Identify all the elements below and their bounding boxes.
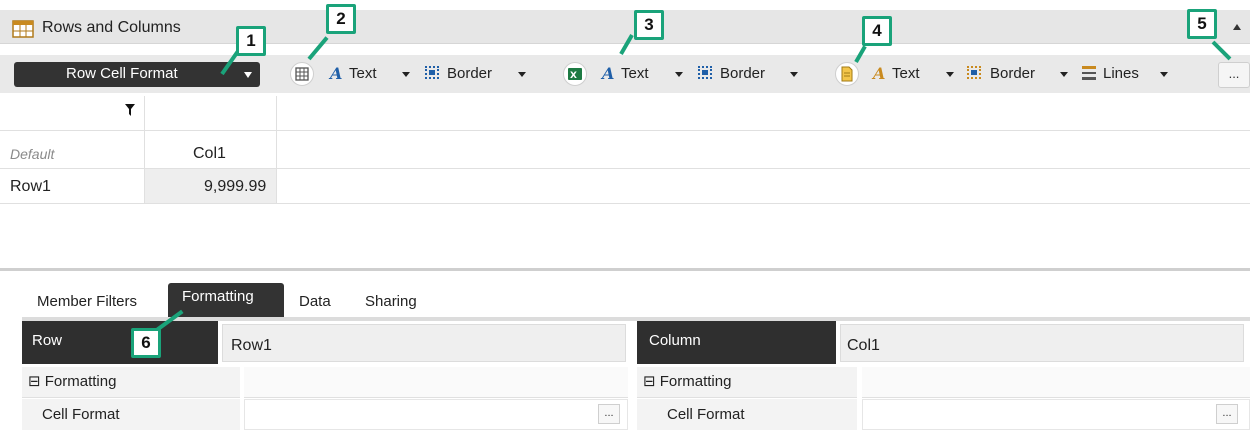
document-icon[interactable] [835, 62, 859, 86]
text-button-excel[interactable]: Text [621, 65, 649, 82]
default-label: Default [10, 146, 55, 162]
filter-icon[interactable] [125, 103, 135, 117]
column-cell-format-property: Cell Format [637, 399, 857, 430]
row-cell-format-ellipsis-button[interactable]: ... [598, 404, 620, 424]
panel-title: Rows and Columns [42, 19, 181, 36]
svg-text:X: X [570, 71, 577, 81]
more-options-button[interactable]: ... [1218, 62, 1250, 88]
tab-data[interactable]: Data [299, 293, 331, 310]
chevron-down-icon[interactable] [790, 72, 798, 77]
format-selector-label: Row Cell Format [66, 65, 178, 82]
row-formatting-section[interactable]: ⊟ Formatting [22, 367, 240, 398]
chevron-down-icon[interactable] [1060, 72, 1068, 77]
border-button-grid[interactable]: Border [447, 65, 492, 82]
data-cell-value[interactable]: 9,999.99 [204, 178, 266, 196]
tab-formatting-label: Formatting [182, 288, 254, 305]
tab-sharing[interactable]: Sharing [365, 293, 417, 310]
column-section-value-cell [862, 367, 1250, 398]
row-cell-format-field[interactable] [244, 399, 628, 430]
column-cell-format-field[interactable] [862, 399, 1250, 430]
row-cell-format-property: Cell Format [22, 399, 240, 430]
callout-badge-6: 6 [131, 328, 161, 358]
border-icon [698, 66, 712, 79]
chevron-down-icon[interactable] [518, 72, 526, 77]
row-header-row1[interactable]: Row1 [10, 178, 51, 196]
border-button-pdf[interactable]: Border [990, 65, 1035, 82]
chevron-down-icon[interactable] [946, 72, 954, 77]
chevron-down-icon[interactable] [1160, 72, 1168, 77]
row-panel-label: Row [32, 332, 63, 349]
callout-badge-3: 3 [634, 10, 664, 40]
callout-badge-1: 1 [236, 26, 266, 56]
row-name-field[interactable]: Row1 [222, 324, 626, 362]
border-icon [967, 66, 981, 79]
callout-badge-5: 5 [1187, 9, 1217, 39]
grid-line [0, 203, 1250, 204]
lines-icon [1081, 65, 1097, 81]
column-panel-header: Column [637, 321, 836, 364]
text-format-icon: A [873, 64, 886, 83]
column-name-field[interactable]: Col1 [840, 324, 1244, 362]
text-format-icon: A [602, 64, 615, 83]
border-button-excel[interactable]: Border [720, 65, 765, 82]
border-icon [425, 66, 439, 79]
panel-splitter[interactable] [0, 268, 1250, 271]
table-icon [12, 20, 34, 38]
column-cell-format-ellipsis-button[interactable]: ... [1216, 404, 1238, 424]
panel-header [0, 10, 1250, 44]
column-formatting-section[interactable]: ⊟ Formatting [637, 367, 857, 398]
column-name-value: Col1 [847, 337, 880, 354]
column-formatting-section-label: ⊟ Formatting [643, 373, 732, 390]
row-formatting-section-label: ⊟ Formatting [28, 373, 117, 390]
text-button-pdf[interactable]: Text [892, 65, 920, 82]
tab-member-filters[interactable]: Member Filters [37, 293, 137, 310]
callout-badge-4: 4 [862, 16, 892, 46]
column-panel-label: Column [649, 332, 701, 349]
row-panel-header: Row [22, 321, 218, 364]
row-section-value-cell [244, 367, 628, 398]
grid-line [0, 130, 1250, 131]
grid-line [276, 96, 277, 204]
column-cell-format-label: Cell Format [667, 406, 745, 423]
text-format-icon: A [330, 64, 343, 83]
collapse-icon[interactable] [1233, 24, 1241, 30]
tab-formatting[interactable]: Formatting [168, 283, 284, 317]
chevron-down-icon[interactable] [402, 72, 410, 77]
row-cell-format-label: Cell Format [42, 406, 120, 423]
column-header-col1[interactable]: Col1 [193, 145, 226, 163]
excel-icon[interactable]: X [563, 62, 587, 86]
row-name-value: Row1 [231, 337, 272, 354]
chevron-down-icon[interactable] [675, 72, 683, 77]
grid-icon[interactable] [290, 62, 314, 86]
lines-button[interactable]: Lines [1103, 65, 1139, 82]
chevron-down-icon [244, 72, 252, 78]
callout-badge-2: 2 [326, 4, 356, 34]
text-button-grid[interactable]: Text [349, 65, 377, 82]
